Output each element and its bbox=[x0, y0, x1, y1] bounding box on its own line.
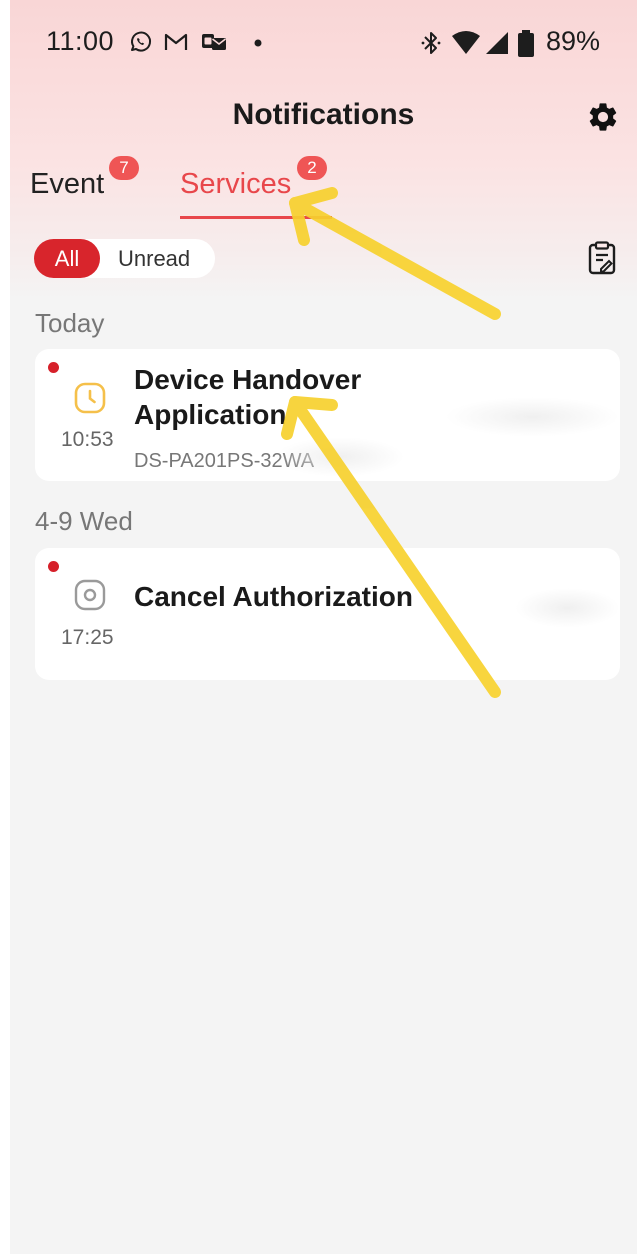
dot-icon bbox=[254, 39, 262, 47]
battery-icon bbox=[518, 30, 534, 57]
notifications-screen: 11:00 89% Notifications Event 7 Services… bbox=[10, 0, 637, 1254]
read-filter: All Unread bbox=[34, 239, 215, 278]
unread-indicator bbox=[48, 561, 59, 572]
blurred-region bbox=[515, 588, 620, 628]
status-bar: 11:00 89% bbox=[10, 0, 637, 80]
mail-card-icon bbox=[202, 34, 226, 50]
whatsapp-icon bbox=[131, 31, 152, 52]
tab-event-label: Event bbox=[30, 168, 105, 200]
status-time: 11:00 bbox=[46, 26, 115, 56]
unread-indicator bbox=[48, 362, 59, 373]
blurred-region bbox=[445, 397, 620, 437]
gear-icon[interactable] bbox=[586, 100, 620, 134]
battery-percent: 89% bbox=[546, 26, 601, 56]
clipboard-icon[interactable] bbox=[586, 241, 618, 275]
event-count-badge: 7 bbox=[109, 156, 139, 180]
camera-icon bbox=[74, 579, 106, 611]
clock-icon bbox=[74, 382, 106, 414]
page-title: Notifications bbox=[232, 98, 415, 131]
tab-services-label: Services bbox=[180, 168, 292, 200]
notification-card[interactable]: 17:25 Cancel Authorization bbox=[35, 548, 620, 680]
section-header-date: 4-9 Wed bbox=[35, 506, 133, 536]
notification-time: 10:53 bbox=[61, 428, 114, 451]
active-tab-indicator bbox=[180, 216, 332, 219]
tab-services[interactable]: Services bbox=[180, 168, 291, 201]
gmail-icon bbox=[164, 33, 188, 50]
filter-unread-button[interactable]: Unread bbox=[118, 239, 190, 278]
signal-icon bbox=[486, 32, 508, 54]
tab-event[interactable]: Event bbox=[30, 168, 104, 201]
bluetooth-icon bbox=[421, 32, 441, 54]
notification-title: Device Handover Application bbox=[134, 364, 362, 430]
filter-all-button[interactable]: All bbox=[34, 239, 100, 278]
notification-card[interactable]: 10:53 Device Handover Application DS-PA2… bbox=[35, 349, 620, 481]
blurred-region bbox=[275, 437, 405, 477]
wifi-icon bbox=[452, 31, 480, 54]
section-header-today: Today bbox=[35, 308, 105, 338]
notification-time: 17:25 bbox=[61, 626, 114, 649]
notification-title: Cancel Authorization bbox=[134, 581, 413, 612]
services-count-badge: 2 bbox=[297, 156, 327, 180]
